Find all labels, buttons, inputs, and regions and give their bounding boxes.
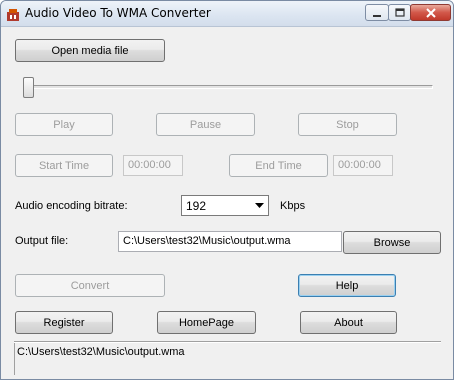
end-time-button[interactable]: End Time: [229, 154, 328, 177]
help-button[interactable]: Help: [298, 274, 396, 297]
minimize-button[interactable]: [365, 4, 389, 21]
maximize-button[interactable]: [388, 4, 411, 21]
end-time-field[interactable]: 00:00:00: [333, 155, 393, 176]
open-media-button[interactable]: Open media file: [15, 39, 165, 62]
bitrate-value: 192: [186, 199, 207, 213]
stop-button[interactable]: Stop: [298, 113, 397, 136]
chevron-down-icon[interactable]: [251, 196, 268, 215]
bitrate-select[interactable]: 192: [181, 195, 269, 216]
start-time-field[interactable]: 00:00:00: [123, 155, 183, 176]
close-button[interactable]: [410, 4, 451, 21]
close-icon: [425, 7, 436, 18]
play-button[interactable]: Play: [15, 113, 113, 136]
app-window: Audio Video To WMA Converter Open media …: [0, 0, 454, 380]
app-icon: [7, 9, 19, 21]
convert-button[interactable]: Convert: [15, 274, 165, 297]
status-bar: C:\Users\test32\Music\output.wma: [14, 343, 441, 375]
pause-button[interactable]: Pause: [156, 113, 255, 136]
minimize-icon: [373, 14, 381, 17]
seek-slider-track[interactable]: [25, 85, 433, 89]
output-path-field[interactable]: C:\Users\test32\Music\output.wma: [118, 231, 342, 252]
output-file-label: Output file:: [15, 235, 69, 247]
title-bar[interactable]: Audio Video To WMA Converter: [1, 1, 453, 27]
seek-slider-thumb[interactable]: [23, 77, 34, 98]
homepage-button[interactable]: HomePage: [157, 311, 256, 334]
bitrate-unit: Kbps: [280, 200, 306, 212]
browse-button[interactable]: Browse: [343, 231, 441, 254]
start-time-button[interactable]: Start Time: [15, 154, 113, 177]
about-button[interactable]: About: [300, 311, 397, 334]
bitrate-label: Audio encoding bitrate:: [15, 200, 128, 212]
maximize-icon: [394, 7, 405, 17]
window-title: Audio Video To WMA Converter: [25, 6, 211, 20]
register-button[interactable]: Register: [15, 311, 113, 334]
